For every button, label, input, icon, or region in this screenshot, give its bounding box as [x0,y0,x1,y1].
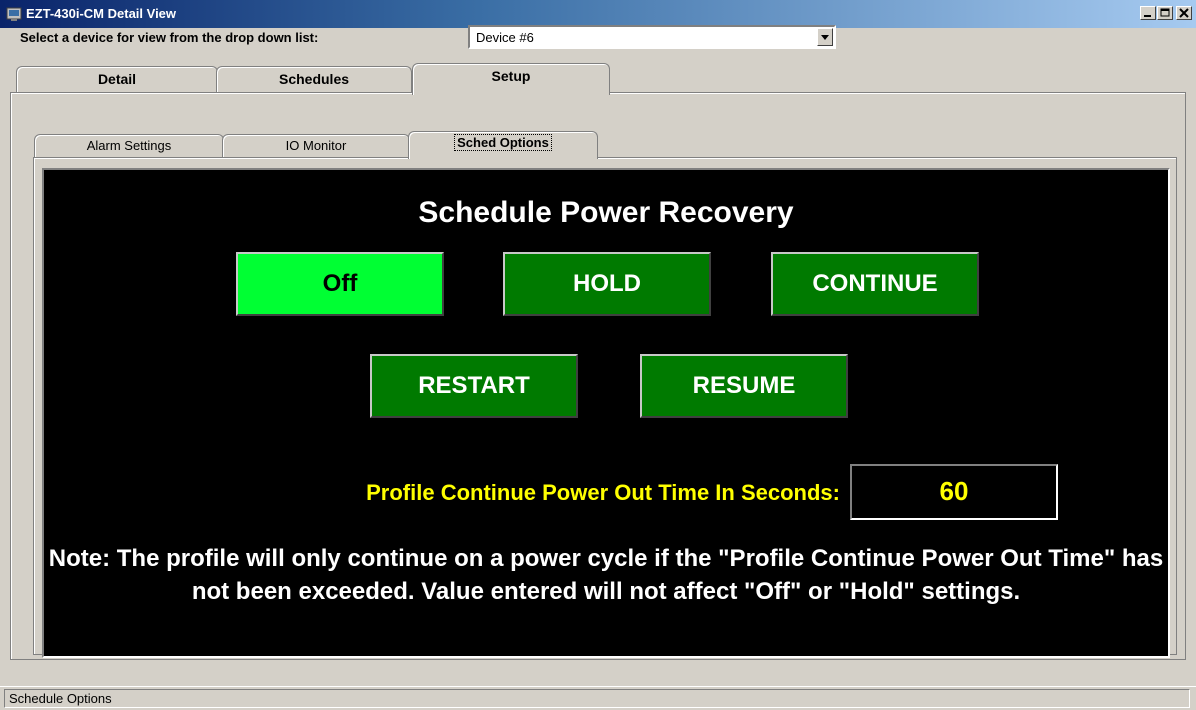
tab-io-monitor[interactable]: IO Monitor [222,134,410,158]
device-select-value: Device #6 [476,30,534,45]
maximize-button[interactable] [1157,6,1173,20]
resume-button[interactable]: RESUME [640,354,848,418]
power-out-time-label: Profile Continue Power Out Time In Secon… [366,480,840,505]
section-title: Schedule Power Recovery [418,196,794,229]
tab-sched-options[interactable]: Sched Options [408,131,598,159]
status-text: Schedule Options [4,689,1190,708]
app-icon [6,7,22,21]
tab-setup[interactable]: Setup [412,63,610,95]
off-button[interactable]: Off [236,252,444,316]
status-bar: Schedule Options [0,686,1196,710]
device-select-label: Select a device for view from the drop d… [20,30,319,45]
minimize-button[interactable] [1140,6,1156,20]
tab-alarm-settings[interactable]: Alarm Settings [34,134,224,158]
chevron-down-icon [821,35,829,40]
note-text: Note: The profile will only continue on … [48,545,1164,605]
power-out-time-input[interactable]: 60 [850,464,1058,520]
window-title: EZT-430i-CM Detail View [26,6,177,21]
maximize-icon [1160,8,1170,17]
restart-button[interactable]: RESTART [370,354,578,418]
tab-sched-options-label: Sched Options [454,134,552,151]
continue-button[interactable]: CONTINUE [771,252,979,316]
tab-detail[interactable]: Detail [16,66,218,92]
minimize-icon [1144,15,1151,17]
tab-schedules[interactable]: Schedules [216,66,412,92]
close-button[interactable] [1176,6,1192,20]
device-select[interactable]: Device #6 [468,25,836,49]
power-recovery-panel: Schedule Power Recovery Off HOLD CONTINU… [42,168,1170,658]
dropdown-button[interactable] [817,28,833,46]
title-bar: EZT-430i-CM Detail View [0,0,1196,28]
hold-button[interactable]: HOLD [503,252,711,316]
close-icon [1179,8,1189,18]
